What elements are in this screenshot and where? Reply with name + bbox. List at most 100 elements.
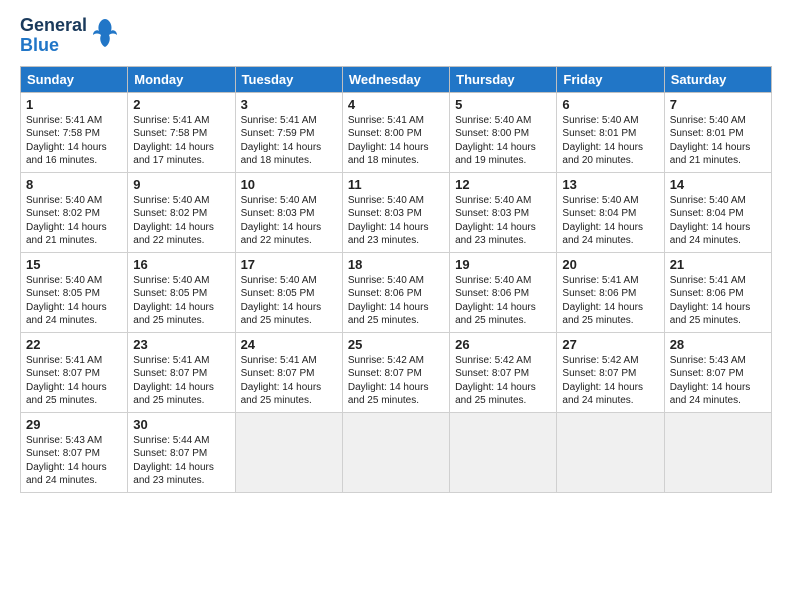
- cell-info-line: and 21 minutes.: [670, 154, 766, 168]
- cell-info-line: Sunrise: 5:40 AM: [26, 274, 122, 288]
- cell-info-line: Daylight: 14 hours: [133, 221, 229, 235]
- calendar-cell: [450, 412, 557, 492]
- day-number: 13: [562, 177, 658, 192]
- cell-info-line: and 25 minutes.: [455, 314, 551, 328]
- cell-info-line: Daylight: 14 hours: [26, 301, 122, 315]
- cell-info-line: Sunrise: 5:41 AM: [241, 354, 337, 368]
- cell-info-line: Sunset: 8:03 PM: [348, 207, 444, 221]
- calendar-cell: 6Sunrise: 5:40 AMSunset: 8:01 PMDaylight…: [557, 92, 664, 172]
- cell-info-line: Sunrise: 5:40 AM: [348, 194, 444, 208]
- header-cell-tuesday: Tuesday: [235, 66, 342, 92]
- cell-info-line: Daylight: 14 hours: [670, 221, 766, 235]
- day-number: 29: [26, 417, 122, 432]
- cell-info-line: Sunset: 8:02 PM: [26, 207, 122, 221]
- cell-info-line: Sunset: 8:06 PM: [670, 287, 766, 301]
- calendar-week-row: 1Sunrise: 5:41 AMSunset: 7:58 PMDaylight…: [21, 92, 772, 172]
- cell-info-line: Sunrise: 5:43 AM: [670, 354, 766, 368]
- calendar-cell: 12Sunrise: 5:40 AMSunset: 8:03 PMDayligh…: [450, 172, 557, 252]
- cell-info-line: Daylight: 14 hours: [455, 221, 551, 235]
- cell-info-line: Sunset: 8:02 PM: [133, 207, 229, 221]
- cell-info-line: and 16 minutes.: [26, 154, 122, 168]
- cell-info-line: Sunset: 8:03 PM: [455, 207, 551, 221]
- day-number: 16: [133, 257, 229, 272]
- cell-info-line: Sunrise: 5:40 AM: [133, 274, 229, 288]
- calendar-cell: [557, 412, 664, 492]
- cell-info-line: Sunrise: 5:42 AM: [348, 354, 444, 368]
- cell-info-line: Sunset: 8:05 PM: [26, 287, 122, 301]
- calendar-cell: [235, 412, 342, 492]
- calendar-cell: 22Sunrise: 5:41 AMSunset: 8:07 PMDayligh…: [21, 332, 128, 412]
- day-number: 5: [455, 97, 551, 112]
- cell-info-line: Sunrise: 5:40 AM: [562, 194, 658, 208]
- cell-info-line: and 25 minutes.: [26, 394, 122, 408]
- cell-info-line: and 25 minutes.: [241, 394, 337, 408]
- day-number: 18: [348, 257, 444, 272]
- cell-info-line: Daylight: 14 hours: [26, 221, 122, 235]
- cell-info-line: Sunrise: 5:40 AM: [241, 194, 337, 208]
- header-cell-monday: Monday: [128, 66, 235, 92]
- cell-info-line: Daylight: 14 hours: [455, 141, 551, 155]
- cell-info-line: Sunrise: 5:40 AM: [562, 114, 658, 128]
- cell-info-line: Sunrise: 5:41 AM: [670, 274, 766, 288]
- cell-info-line: Daylight: 14 hours: [26, 461, 122, 475]
- day-number: 9: [133, 177, 229, 192]
- cell-info-line: Sunset: 8:06 PM: [455, 287, 551, 301]
- calendar-cell: 15Sunrise: 5:40 AMSunset: 8:05 PMDayligh…: [21, 252, 128, 332]
- cell-info-line: Sunrise: 5:41 AM: [133, 354, 229, 368]
- cell-info-line: Daylight: 14 hours: [562, 301, 658, 315]
- calendar-cell: 11Sunrise: 5:40 AMSunset: 8:03 PMDayligh…: [342, 172, 449, 252]
- calendar-cell: 5Sunrise: 5:40 AMSunset: 8:00 PMDaylight…: [450, 92, 557, 172]
- cell-info-line: Sunrise: 5:41 AM: [562, 274, 658, 288]
- cell-info-line: Sunset: 8:00 PM: [348, 127, 444, 141]
- calendar-cell: 27Sunrise: 5:42 AMSunset: 8:07 PMDayligh…: [557, 332, 664, 412]
- cell-info-line: and 25 minutes.: [670, 314, 766, 328]
- calendar-header-row: SundayMondayTuesdayWednesdayThursdayFrid…: [21, 66, 772, 92]
- cell-info-line: Sunset: 8:01 PM: [562, 127, 658, 141]
- calendar-cell: 21Sunrise: 5:41 AMSunset: 8:06 PMDayligh…: [664, 252, 771, 332]
- logo-bird-icon: [91, 17, 119, 54]
- cell-info-line: Sunset: 8:04 PM: [670, 207, 766, 221]
- calendar-week-row: 15Sunrise: 5:40 AMSunset: 8:05 PMDayligh…: [21, 252, 772, 332]
- header-cell-sunday: Sunday: [21, 66, 128, 92]
- day-number: 27: [562, 337, 658, 352]
- day-number: 14: [670, 177, 766, 192]
- cell-info-line: Sunrise: 5:42 AM: [455, 354, 551, 368]
- day-number: 21: [670, 257, 766, 272]
- cell-info-line: Sunset: 8:07 PM: [133, 367, 229, 381]
- cell-info-line: Daylight: 14 hours: [562, 221, 658, 235]
- cell-info-line: Daylight: 14 hours: [348, 301, 444, 315]
- cell-info-line: and 25 minutes.: [562, 314, 658, 328]
- day-number: 4: [348, 97, 444, 112]
- calendar-cell: 13Sunrise: 5:40 AMSunset: 8:04 PMDayligh…: [557, 172, 664, 252]
- cell-info-line: and 23 minutes.: [348, 234, 444, 248]
- day-number: 22: [26, 337, 122, 352]
- day-number: 7: [670, 97, 766, 112]
- calendar-week-row: 29Sunrise: 5:43 AMSunset: 8:07 PMDayligh…: [21, 412, 772, 492]
- day-number: 26: [455, 337, 551, 352]
- cell-info-line: Sunset: 8:07 PM: [670, 367, 766, 381]
- cell-info-line: and 23 minutes.: [455, 234, 551, 248]
- calendar-cell: 8Sunrise: 5:40 AMSunset: 8:02 PMDaylight…: [21, 172, 128, 252]
- cell-info-line: Daylight: 14 hours: [241, 301, 337, 315]
- calendar-cell: 4Sunrise: 5:41 AMSunset: 8:00 PMDaylight…: [342, 92, 449, 172]
- cell-info-line: Daylight: 14 hours: [133, 141, 229, 155]
- cell-info-line: Daylight: 14 hours: [26, 381, 122, 395]
- cell-info-line: and 24 minutes.: [562, 234, 658, 248]
- cell-info-line: Sunset: 8:06 PM: [348, 287, 444, 301]
- calendar-cell: 26Sunrise: 5:42 AMSunset: 8:07 PMDayligh…: [450, 332, 557, 412]
- cell-info-line: and 25 minutes.: [133, 314, 229, 328]
- day-number: 10: [241, 177, 337, 192]
- calendar-cell: 10Sunrise: 5:40 AMSunset: 8:03 PMDayligh…: [235, 172, 342, 252]
- logo-blue-text: Blue: [20, 36, 59, 56]
- header-cell-wednesday: Wednesday: [342, 66, 449, 92]
- calendar-cell: 25Sunrise: 5:42 AMSunset: 8:07 PMDayligh…: [342, 332, 449, 412]
- logo: General Blue: [20, 16, 119, 56]
- cell-info-line: and 22 minutes.: [241, 234, 337, 248]
- cell-info-line: and 24 minutes.: [26, 474, 122, 488]
- cell-info-line: and 22 minutes.: [133, 234, 229, 248]
- cell-info-line: and 18 minutes.: [348, 154, 444, 168]
- cell-info-line: Sunset: 8:07 PM: [455, 367, 551, 381]
- day-number: 24: [241, 337, 337, 352]
- cell-info-line: Sunrise: 5:40 AM: [133, 194, 229, 208]
- calendar-cell: 7Sunrise: 5:40 AMSunset: 8:01 PMDaylight…: [664, 92, 771, 172]
